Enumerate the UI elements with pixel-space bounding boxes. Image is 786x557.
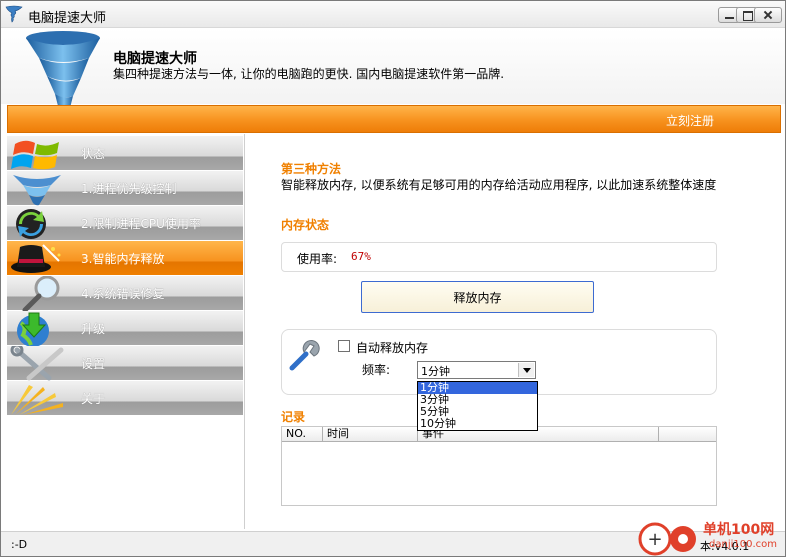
close-button[interactable] [754, 7, 782, 23]
watermark-url: danji100.com [709, 539, 777, 550]
register-link[interactable]: 立刻注册 [666, 112, 714, 129]
app-window: 电脑提速大师 电脑提速大师 集四种提速方法与一体, 让你的电脑跑的更快. 国内电… [0, 0, 786, 557]
memory-status-title: 内存状态 [281, 218, 330, 232]
tornado-icon [13, 175, 61, 206]
sidebar-item-process-priority[interactable]: 1.进程优先级控制 [7, 171, 243, 206]
title-bar[interactable]: 电脑提速大师 [1, 1, 785, 28]
auto-release-checkbox[interactable] [338, 340, 350, 352]
log-title: 记录 [281, 410, 306, 424]
header-banner: 电脑提速大师 集四种提速方法与一体, 让你的电脑跑的更快. 国内电脑提速软件第一… [1, 28, 785, 130]
refresh-arrows-icon [16, 209, 46, 239]
column-header-no[interactable]: NO. [282, 427, 323, 442]
sidebar-item-label: 1.进程优先级控制 [81, 182, 177, 196]
sidebar-item-label: 升级 [81, 322, 106, 336]
method-title: 第三种方法 [281, 162, 342, 176]
frequency-label: 频率: [362, 363, 391, 377]
sidebar-item-cpu-limit[interactable]: 2.限制进程CPU使用率 [7, 206, 243, 240]
magic-hat-icon [11, 244, 61, 273]
tools-icon [10, 346, 64, 381]
column-header-time[interactable]: 时间 [323, 427, 418, 442]
method-description: 智能释放内存, 以便系统有足够可用的内存给活动应用程序, 以此加速系统整体速度 [281, 178, 717, 192]
sidebar-item-label: 设置 [81, 357, 106, 371]
auto-release-label[interactable]: 自动释放内存 [356, 339, 428, 356]
log-table: NO. 时间 事件 [281, 426, 717, 506]
frequency-option[interactable]: 10分钟 [418, 418, 537, 430]
frequency-dropdown-list: 1分钟 3分钟 5分钟 10分钟 [417, 381, 538, 431]
frequency-select[interactable]: 1分钟 [417, 361, 536, 379]
sidebar-item-label: 4.系统错误修复 [81, 287, 165, 301]
svg-text:+: + [647, 529, 662, 550]
sidebar-item-status[interactable]: 状态 [7, 136, 243, 170]
memory-usage-panel: 使用率: 67% [281, 242, 717, 272]
sidebar-item-settings[interactable]: 设置 [7, 346, 243, 381]
magnifier-icon [22, 276, 60, 312]
sidebar-nav: 状态 1.进程优先级控制 2.限制进程CPU使用率 3.智能内存释放 4.系统错… [7, 134, 245, 529]
sidebar-item-memory-release[interactable]: 3.智能内存释放 [7, 241, 243, 275]
usage-label: 使用率: [297, 252, 338, 266]
sidebar-item-label: 3.智能内存释放 [81, 252, 165, 266]
light-rays-icon [11, 385, 63, 415]
status-text: :-D [11, 538, 28, 551]
window-title: 电脑提速大师 [28, 11, 107, 26]
chevron-down-icon[interactable] [518, 363, 534, 377]
brand-slogan: 集四种提速方法与一体, 让你的电脑跑的更快. 国内电脑提速软件第一品牌. [113, 67, 505, 81]
sidebar-item-label: 关于 [81, 392, 106, 406]
top-orange-bar: 立刻注册 [7, 105, 781, 133]
windows-logo-icon [11, 140, 59, 170]
usage-value: 67% [351, 250, 371, 263]
tornado-app-icon [5, 5, 23, 23]
sidebar-item-error-repair[interactable]: 4.系统错误修复 [7, 276, 243, 312]
sidebar-item-upgrade[interactable]: 升级 [7, 311, 243, 347]
globe-download-icon [17, 312, 49, 347]
column-header-empty [659, 427, 716, 442]
watermark-text: 单机100网 [703, 522, 775, 538]
main-content: 第三种方法 智能释放内存, 以便系统有足够可用的内存给活动应用程序, 以此加速系… [247, 134, 781, 529]
wrench-icon [289, 340, 320, 371]
sidebar-item-label: 状态 [81, 147, 106, 161]
release-memory-button[interactable]: 释放内存 [361, 281, 594, 313]
sidebar-item-about[interactable]: 关于 [7, 381, 243, 415]
frequency-selected-value: 1分钟 [421, 365, 450, 378]
sidebar-item-label: 2.限制进程CPU使用率 [81, 217, 201, 231]
